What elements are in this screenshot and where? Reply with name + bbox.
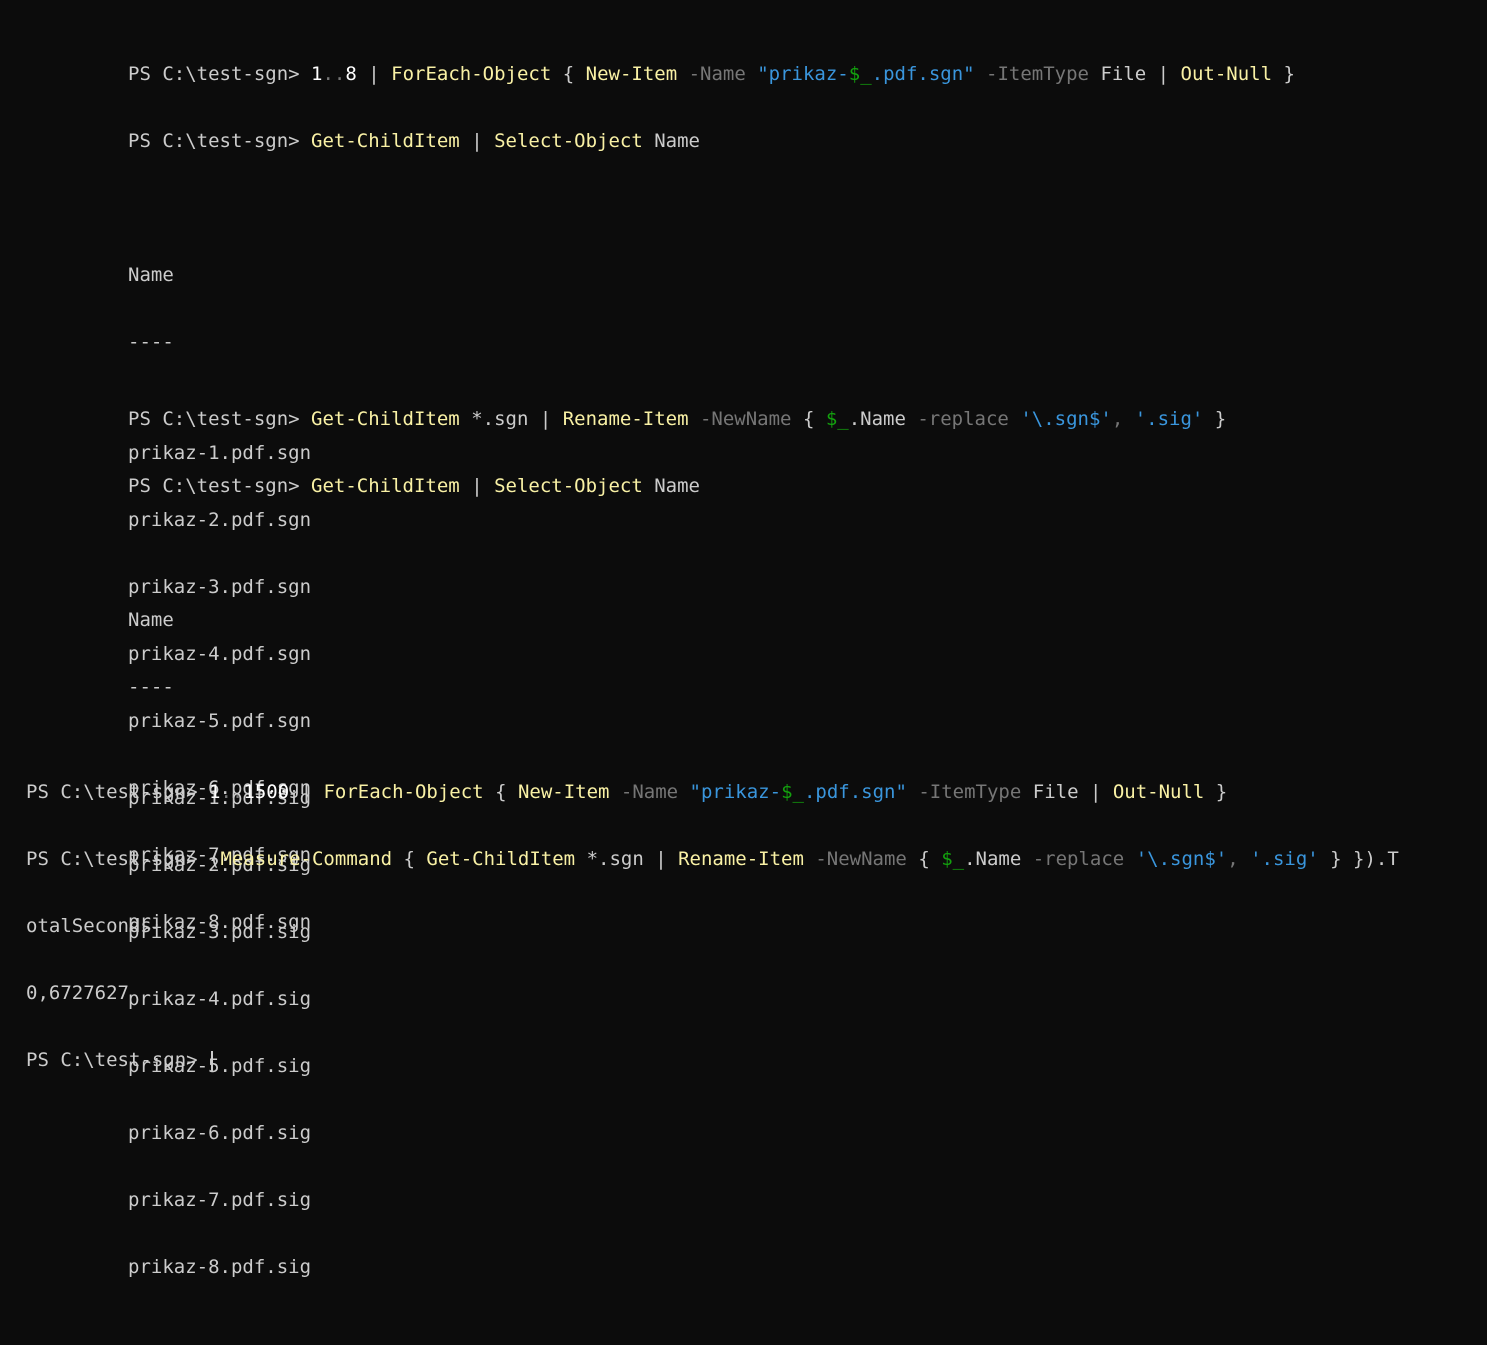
command-line: PS C:\test-sgn> Get-ChildItem *.sgn | Re…	[128, 408, 1226, 431]
cmdlet: New-Item	[585, 63, 678, 85]
argument: *.sgn |	[459, 408, 563, 430]
prompt: PS C:\test-sgn>	[128, 63, 312, 85]
output-header: Name	[128, 264, 174, 286]
argument: File	[1032, 781, 1079, 803]
parameter: -ItemType	[906, 781, 1033, 803]
pipe: |	[1146, 63, 1181, 85]
argument: File	[1100, 63, 1147, 85]
brace: {	[392, 848, 427, 870]
pipe: |	[289, 781, 324, 803]
brace: {	[918, 848, 942, 870]
active-prompt-line[interactable]: PS C:\test-sgn>	[26, 1049, 1399, 1072]
cmdlet: Get-ChildItem	[311, 130, 460, 152]
prompt: PS C:\test-sgn>	[128, 130, 312, 152]
range-start: 1	[209, 781, 221, 803]
cmdlet: Out-Null	[1180, 63, 1273, 85]
cmdlet: Rename-Item	[562, 408, 689, 430]
brace: }	[1272, 63, 1295, 85]
argument: *.sgn |	[575, 848, 679, 870]
comma: ,	[1111, 408, 1135, 430]
range-operator: ..	[322, 63, 346, 85]
string: '.sig'	[1134, 408, 1204, 430]
variable: $_	[781, 781, 804, 803]
cmdlet: Get-ChildItem	[311, 408, 460, 430]
prompt: PS C:\test-sgn>	[128, 408, 312, 430]
string: "prikaz-	[757, 63, 849, 85]
variable: $_	[941, 848, 965, 870]
string: .pdf.sgn"	[871, 63, 975, 85]
operator: -replace	[905, 408, 1021, 430]
cmdlet: Rename-Item	[678, 848, 804, 870]
range-end: 1500	[243, 781, 290, 803]
parameter: -Name	[609, 781, 690, 803]
brace: {	[551, 63, 586, 85]
comma: ,	[1227, 848, 1251, 870]
command-line: PS C:\test-sgn> Get-ChildItem | Select-O…	[128, 130, 1295, 153]
string: '\.sgn$'	[1135, 848, 1228, 870]
pipe: |	[459, 130, 495, 152]
cmdlet: Get-ChildItem	[426, 848, 576, 870]
range-operator: ..	[220, 781, 244, 803]
string: .pdf.sgn"	[803, 781, 907, 803]
property: .Name	[964, 848, 1022, 870]
operator: -replace	[1021, 848, 1136, 870]
cmdlet: ForEach-Object	[323, 781, 484, 803]
brace: } }).T	[1318, 848, 1399, 870]
parameter: -NewName	[688, 408, 803, 430]
parameter: -Name	[677, 63, 758, 85]
list-item: prikaz-6.pdf.sig	[128, 1122, 312, 1144]
cmdlet: Measure-Command	[220, 848, 393, 870]
command-result: 0,6727627	[26, 982, 129, 1004]
brace: }	[1203, 408, 1227, 430]
cmdlet: Get-ChildItem	[311, 475, 460, 497]
list-item: prikaz-8.pdf.sig	[128, 1256, 312, 1278]
range-start: 1	[311, 63, 323, 85]
prompt: PS C:\test-sgn>	[26, 1049, 210, 1071]
session-3-block: PS C:\test-sgn> 1..1500 | ForEach-Object…	[26, 737, 1399, 1094]
pipe: |	[356, 63, 392, 85]
cmdlet: New-Item	[517, 781, 610, 803]
brace: }	[1204, 781, 1228, 803]
command-line: PS C:\test-sgn> (Measure-Command { Get-C…	[26, 848, 1399, 871]
output-underline: ----	[128, 676, 174, 698]
command-line-wrap: otalSeconds	[26, 915, 152, 937]
cmdlet: Select-Object	[494, 475, 643, 497]
brace: {	[802, 408, 826, 430]
command-line: PS C:\test-sgn> 1..1500 | ForEach-Object…	[26, 781, 1399, 804]
argument: Name	[642, 475, 700, 497]
string: '.sig'	[1250, 848, 1319, 870]
prompt: PS C:\test-sgn>	[128, 475, 312, 497]
text-cursor[interactable]	[211, 1050, 214, 1071]
command-line: PS C:\test-sgn> 1..8 | ForEach-Object { …	[128, 63, 1295, 86]
cmdlet: Select-Object	[494, 130, 643, 152]
command-line: PS C:\test-sgn> Get-ChildItem | Select-O…	[128, 475, 1226, 498]
cmdlet: ForEach-Object	[391, 63, 552, 85]
brace: {	[483, 781, 518, 803]
parameter: -ItemType	[974, 63, 1101, 85]
variable: $_	[825, 408, 849, 430]
list-item: prikaz-7.pdf.sig	[128, 1189, 312, 1211]
parameter: -NewName	[803, 848, 919, 870]
string: '\.sgn$'	[1020, 408, 1112, 430]
string: "prikaz-	[689, 781, 782, 803]
pipe: |	[459, 475, 495, 497]
property: .Name	[848, 408, 906, 430]
cmdlet: Out-Null	[1112, 781, 1205, 803]
argument: Name	[642, 130, 700, 152]
output-header: Name	[128, 609, 174, 631]
prompt: PS C:\test-sgn>	[26, 781, 210, 803]
variable: $_	[848, 63, 872, 85]
range-end: 8	[345, 63, 357, 85]
output-underline: ----	[128, 331, 174, 353]
prompt: PS C:\test-sgn>	[26, 848, 210, 870]
pipe: |	[1078, 781, 1113, 803]
paren: (	[209, 848, 221, 870]
